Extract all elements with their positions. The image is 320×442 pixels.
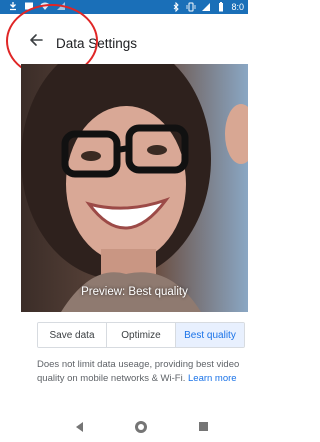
nav-back-icon[interactable] <box>76 422 83 432</box>
best-quality-option[interactable]: Best quality <box>176 323 244 347</box>
quality-segmented-control: Save data Optimize Best quality <box>37 322 245 348</box>
bluetooth-icon <box>174 2 180 12</box>
preview-image <box>21 64 248 312</box>
system-nav-bar <box>0 414 248 442</box>
download-icon <box>10 2 16 11</box>
status-time: 8:0 <box>231 2 244 12</box>
vibrate-icon <box>187 2 196 12</box>
battery-icon <box>219 2 224 12</box>
quality-description: Does not limit data useage, providing be… <box>37 358 247 386</box>
lte-signal-icon <box>202 3 211 11</box>
video-preview: Preview: Best quality <box>21 64 248 312</box>
preview-caption: Preview: Best quality <box>81 286 188 298</box>
nav-home-icon[interactable] <box>135 421 147 433</box>
save-data-option[interactable]: Save data <box>38 323 107 347</box>
status-right-icons: 8:0 <box>171 0 244 14</box>
nav-recents-icon[interactable] <box>199 422 208 431</box>
learn-more-link[interactable]: Learn more <box>188 373 237 384</box>
optimize-option[interactable]: Optimize <box>107 323 176 347</box>
